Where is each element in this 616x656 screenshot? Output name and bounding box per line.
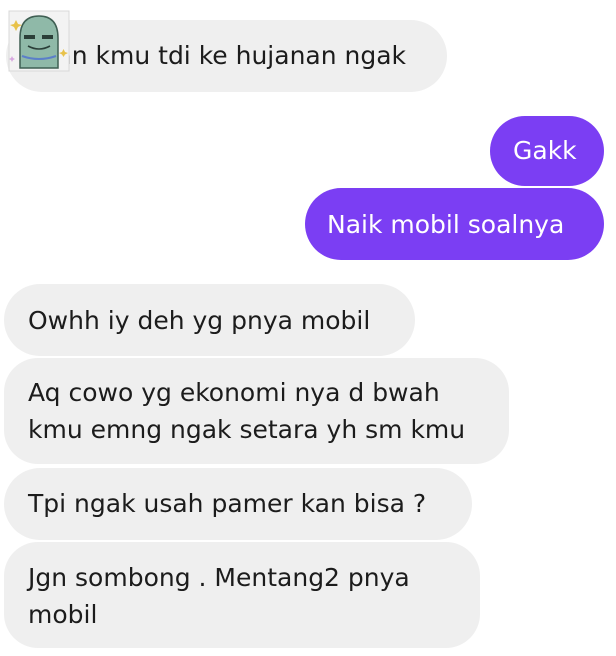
message-bubble-incoming[interactable]: Tpi ngak usah pamer kan bisa ? [4, 468, 472, 540]
message-text-line: Aq cowo yg ekonomi nya d bwah [28, 378, 440, 407]
message-bubble-outgoing[interactable]: Gakk [490, 116, 604, 186]
ghost-sticker-icon[interactable] [6, 8, 72, 74]
message-bubble-incoming[interactable]: Jgn sombong . Mentang2 pnya mobil [4, 542, 480, 648]
message-text: Gakk [513, 136, 577, 165]
message-text-line: kmu emng ngak setara yh sm kmu [28, 415, 466, 444]
message-text-line: mobil [28, 600, 98, 629]
message-bubble-incoming[interactable]: Gmn kmu tdi ke hujanan ngak [6, 20, 447, 92]
message-text-line: Jgn sombong . Mentang2 pnya [28, 563, 410, 592]
message-text: Gmn kmu tdi ke hujanan ngak [28, 41, 407, 70]
message-text: Naik mobil soalnya [327, 210, 565, 239]
message-text: Owhh iy deh yg pnya mobil [28, 306, 371, 335]
message-bubble-outgoing[interactable]: Naik mobil soalnya [305, 188, 604, 260]
message-bubble-incoming[interactable]: Owhh iy deh yg pnya mobil [4, 284, 415, 356]
message-bubble-incoming[interactable]: Aq cowo yg ekonomi nya d bwah kmu emng n… [4, 358, 509, 464]
message-text: Tpi ngak usah pamer kan bisa ? [28, 489, 427, 518]
